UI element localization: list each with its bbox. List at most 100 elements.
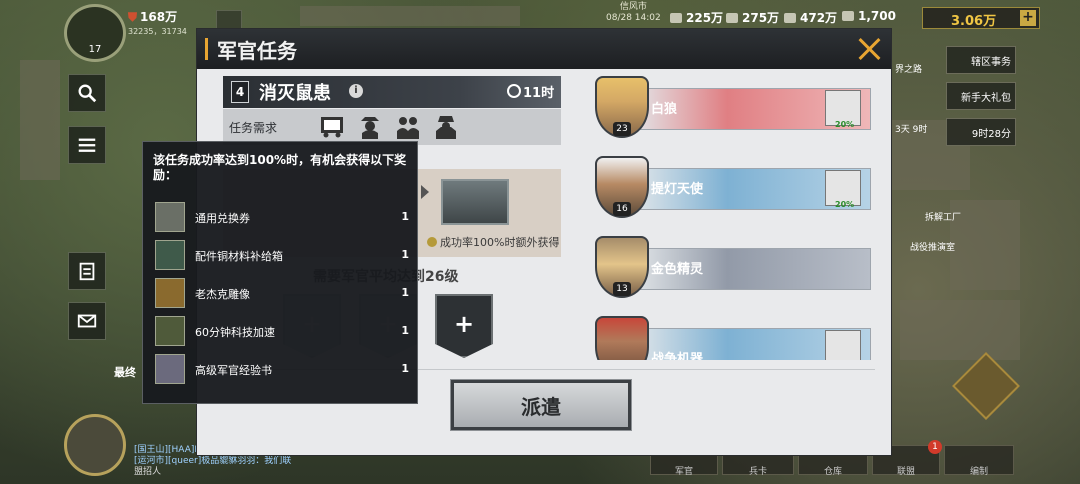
reward-item-qty: 1 (401, 210, 409, 223)
reward-item: 60分钟科技加速 1 (155, 316, 411, 346)
squad-icon (397, 117, 419, 139)
mission-requirements: 任务需求 (223, 109, 561, 145)
reward-item-qty: 1 (401, 324, 409, 337)
mission-header: 4 消灭鼠患 i 11时 (223, 76, 561, 108)
add-gold-button[interactable]: + (1020, 10, 1036, 26)
exp-book-icon (155, 354, 185, 384)
dialog-title: 军官任务 (217, 39, 297, 63)
mail-button[interactable] (68, 302, 106, 340)
reward-item: 配件铜材料补给箱 1 (155, 240, 411, 270)
close-icon[interactable] (853, 33, 885, 65)
left-task-label: 最终 (114, 366, 136, 379)
officer-card-war-machine[interactable]: 战争机器 (595, 316, 871, 360)
right-side-label: 界之路 (895, 65, 923, 75)
reward-item-name: 60分钟科技加速 (195, 326, 275, 339)
chat-line: 盟招人 (134, 467, 162, 477)
food-icon (670, 13, 682, 23)
officer-level: 16 (613, 202, 631, 216)
officer-name: 白狼 (651, 102, 678, 117)
reward-item-name: 高级军官经验书 (195, 364, 272, 377)
campaign-room-label: 战役推演室 (910, 243, 956, 253)
steel-icon (726, 13, 738, 23)
chat-line: [运河市][queer]极品貔貅羽羽：我们联 (134, 456, 292, 466)
officer-portrait (595, 316, 649, 360)
reward-item-name: 通用兑换券 (195, 212, 250, 225)
power-icon: ⛊ (128, 10, 138, 24)
add-icon: + (453, 310, 475, 338)
list-icon (78, 138, 96, 152)
mission-name: 消灭鼠患 (259, 83, 331, 104)
nav-formation[interactable]: 编制 (944, 445, 1014, 477)
arrow-icon (421, 185, 429, 199)
spy-icon (361, 117, 379, 139)
reward-item: 老杰克雕像 1 (155, 278, 411, 308)
clipboard-icon (79, 262, 95, 281)
officer-card-white-wolf[interactable]: 23 白狼 20% (595, 76, 871, 138)
search-button[interactable] (68, 74, 106, 112)
reward-chest-icon[interactable] (441, 179, 509, 225)
resource-oil[interactable]: 472万 (784, 9, 837, 26)
statue-icon (155, 278, 185, 308)
right-side-timer: 3天 9时 (895, 125, 928, 135)
dispatch-button[interactable]: 派遣 (450, 379, 632, 431)
officer-level: 23 (613, 122, 631, 136)
info-icon[interactable]: i (349, 84, 363, 98)
resource-rare[interactable]: 1,700 (842, 9, 896, 23)
timer-button[interactable]: 9时28分 (946, 118, 1016, 146)
reward-item: 高级军官经验书 1 (155, 354, 411, 384)
alliance-badge: 1 (928, 440, 942, 454)
power-value: ⛊ 168万 (128, 10, 178, 24)
officer-slot[interactable]: + (435, 294, 493, 358)
mission-number: 4 (231, 81, 249, 103)
location-name: 信风市 (619, 2, 647, 12)
officer-name: 战争机器 (651, 352, 704, 360)
voucher-icon (155, 202, 185, 232)
supply-box-icon (155, 240, 185, 270)
officer-level: 13 (613, 282, 631, 296)
resource-food[interactable]: 225万 (670, 9, 723, 26)
officer-card-golden-elf[interactable]: 13 金色精灵 (595, 236, 871, 298)
dismantle-factory-label: 拆解工厂 (925, 213, 962, 223)
location-info: 信风市 08/28 14:02 (606, 2, 661, 24)
officer-name: 提灯天使 (651, 182, 704, 197)
engineer-icon (321, 117, 343, 138)
reward-item-qty: 1 (401, 362, 409, 375)
reward-item-name: 老杰克雕像 (195, 288, 250, 301)
player-avatar[interactable]: 17 (64, 4, 126, 62)
vehicle-skill-icon (825, 330, 861, 360)
requirement-label: 任务需求 (229, 121, 278, 135)
skill-percent: 20% (835, 200, 855, 209)
district-affairs-button[interactable]: 辖区事务 (946, 46, 1016, 74)
header-accent (205, 38, 208, 60)
clock-icon (507, 84, 521, 98)
success-icon (427, 237, 437, 247)
headquarters-icon[interactable] (64, 414, 126, 476)
clipboard-button[interactable] (68, 252, 106, 290)
officer-name: 金色精灵 (651, 262, 704, 277)
officer-card-lamp-angel[interactable]: 16 提灯天使 20% (595, 156, 871, 218)
reward-item-qty: 1 (401, 286, 409, 299)
reward-item-name: 配件铜材料补给箱 (195, 250, 283, 263)
coordinates: 32235，31734 (128, 27, 187, 36)
mission-time: 11时 (523, 86, 555, 101)
oil-icon (784, 13, 796, 23)
dialog-header: 军官任务 (197, 29, 891, 69)
reward-item-qty: 1 (401, 248, 409, 261)
player-level: 17 (88, 44, 102, 55)
gold-counter[interactable]: 3.06万 + (922, 7, 1040, 29)
armor-icon (436, 116, 456, 139)
tooltip-title: 该任务成功率达到100%时，有机会获得以下奖励： (153, 153, 407, 182)
newbie-pack-button[interactable]: 新手大礼包 (946, 82, 1016, 110)
reward-tooltip: 该任务成功率达到100%时，有机会获得以下奖励： 通用兑换券 1 配件铜材料补给… (142, 141, 418, 404)
rare-metal-icon (842, 11, 854, 21)
location-time: 08/28 14:02 (606, 13, 661, 23)
speedup-icon (155, 316, 185, 346)
skill-percent: 20% (835, 120, 855, 129)
resource-steel[interactable]: 275万 (726, 9, 779, 26)
gold-value: 3.06万 (951, 14, 997, 29)
reward-note: 成功率100%时额外获得 (427, 234, 559, 250)
search-icon (78, 84, 97, 103)
list-button[interactable] (68, 126, 106, 164)
mail-icon (77, 314, 97, 328)
reward-item: 通用兑换券 1 (155, 202, 411, 232)
